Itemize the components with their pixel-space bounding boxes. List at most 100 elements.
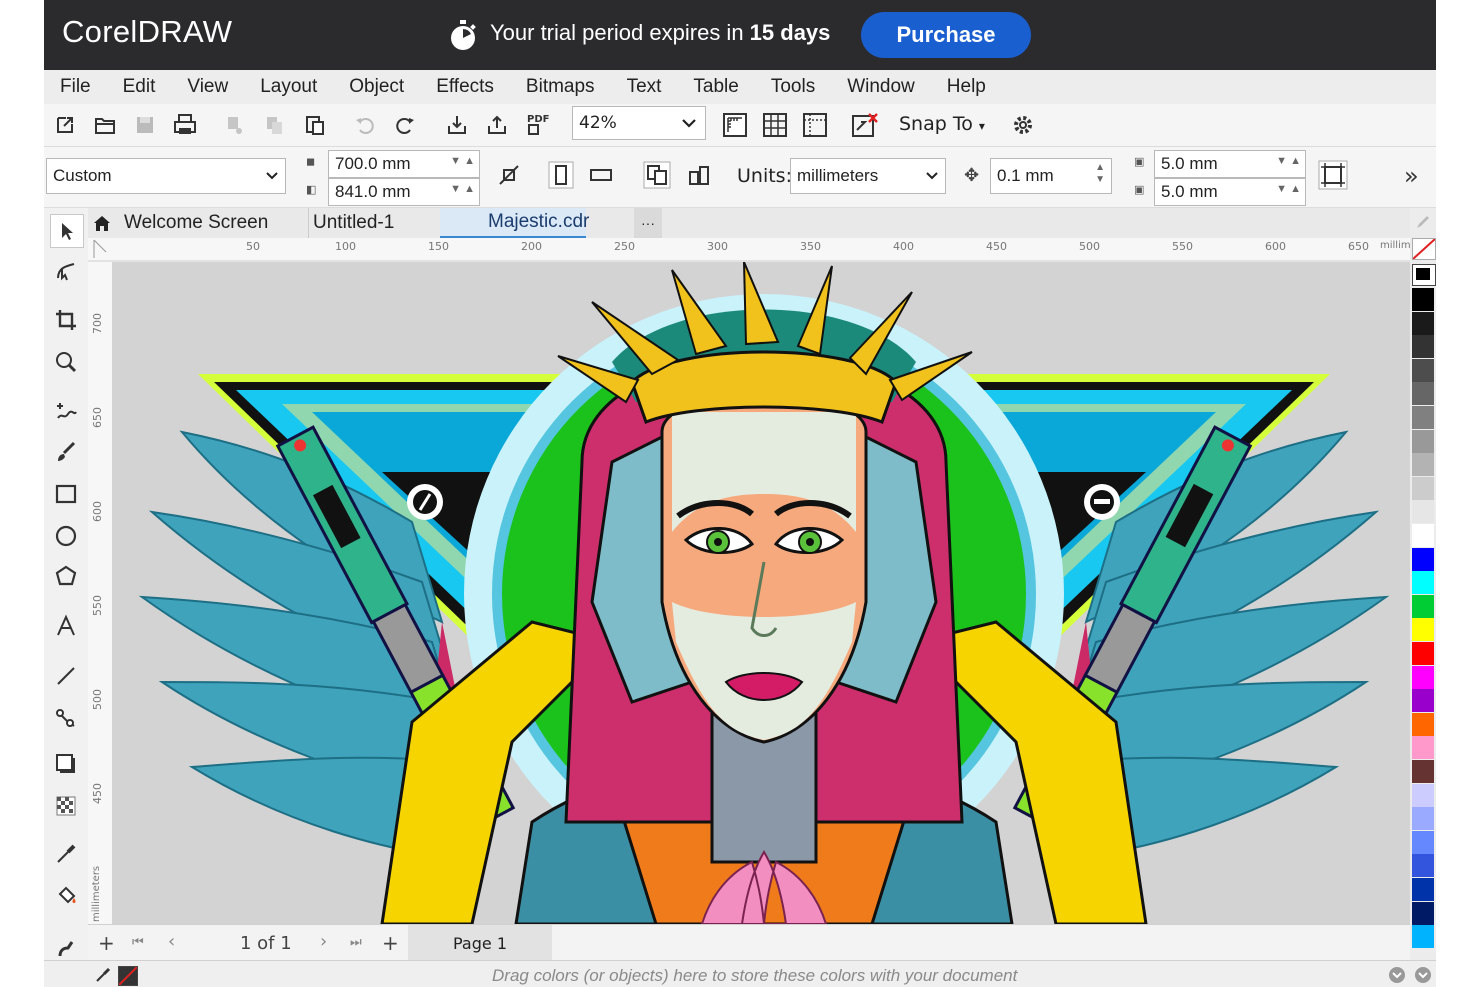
paste-icon[interactable] <box>300 110 330 140</box>
color-swatch[interactable] <box>1412 736 1434 760</box>
artistic-media-brush-icon[interactable] <box>50 436 82 468</box>
color-swatch[interactable] <box>1412 429 1434 453</box>
menu-layout[interactable]: Layout <box>244 76 333 98</box>
text-tool-icon[interactable] <box>50 610 82 642</box>
undo-icon[interactable] <box>350 110 380 140</box>
horizontal-ruler[interactable]: 50 100 150 200 250 300 350 400 450 500 5… <box>88 238 1410 263</box>
first-page-icon[interactable]: ⏮ <box>132 935 144 950</box>
color-swatch[interactable] <box>1412 288 1434 311</box>
shape-tool-icon[interactable] <box>50 256 82 288</box>
tab-untitled-1[interactable]: Untitled-1 <box>308 208 423 238</box>
ellipse-tool-icon[interactable] <box>50 520 82 552</box>
color-swatch[interactable] <box>1412 476 1434 500</box>
connector-tool-icon[interactable] <box>50 702 82 734</box>
redo-icon[interactable] <box>390 110 420 140</box>
color-swatch[interactable] <box>1412 760 1434 783</box>
color-swatch[interactable] <box>1412 453 1434 477</box>
duplicate-y-spinner-icon[interactable]: ▼ ▲ <box>1276 183 1301 195</box>
import-icon[interactable] <box>442 110 472 140</box>
color-swatch[interactable] <box>1412 406 1434 429</box>
color-swatch[interactable] <box>1412 642 1434 665</box>
portrait-icon[interactable] <box>546 160 576 190</box>
add-page-before-plus-icon[interactable]: + <box>98 931 115 955</box>
eyedropper-icon[interactable] <box>94 966 112 984</box>
tab-welcome-screen[interactable]: Welcome Screen <box>124 208 304 238</box>
open-folder-icon[interactable] <box>90 110 120 140</box>
pick-tool-arrow-icon[interactable] <box>50 214 84 248</box>
palette-options-chevron-icon[interactable] <box>1414 966 1432 984</box>
units-select[interactable]: millimeters <box>790 158 946 194</box>
menu-tools[interactable]: Tools <box>755 76 831 98</box>
last-page-icon[interactable]: ⏭ <box>350 935 362 950</box>
crop-tool-icon[interactable] <box>50 304 82 336</box>
freehand-tool-icon[interactable] <box>50 394 82 426</box>
nudge-distance-field[interactable]: 0.1 mm ▲ ▼ <box>990 158 1112 194</box>
show-grid-icon[interactable] <box>760 110 790 140</box>
snap-off-icon[interactable] <box>850 110 880 140</box>
previous-page-chevron-icon[interactable]: ‹ <box>168 931 175 952</box>
fill-bucket-tool-icon[interactable] <box>50 880 82 912</box>
zoom-tool-magnifier-icon[interactable] <box>50 346 82 378</box>
eyedropper-tool-icon[interactable] <box>50 838 82 870</box>
menu-window[interactable]: Window <box>831 76 931 98</box>
export-icon[interactable] <box>482 110 512 140</box>
cut-icon[interactable] <box>220 110 250 140</box>
landscape-icon[interactable] <box>586 160 616 190</box>
color-swatch[interactable] <box>1412 878 1434 901</box>
purchase-button[interactable]: Purchase <box>861 12 1031 58</box>
show-rulers-icon[interactable] <box>720 110 750 140</box>
menu-text[interactable]: Text <box>611 76 678 98</box>
width-spinner-icon[interactable]: ▼ ▲ <box>450 155 475 167</box>
no-color-swatch[interactable] <box>1412 238 1436 260</box>
current-page-icon[interactable] <box>684 160 714 190</box>
menu-table[interactable]: Table <box>677 76 754 98</box>
save-icon[interactable] <box>130 110 160 140</box>
color-swatch[interactable] <box>1412 358 1434 382</box>
color-swatch[interactable] <box>1412 665 1434 689</box>
color-swatch[interactable] <box>1412 783 1434 807</box>
color-swatch[interactable] <box>1412 335 1434 359</box>
color-swatch[interactable] <box>1412 571 1434 595</box>
line-tool-icon[interactable] <box>50 660 82 692</box>
page-height-field[interactable]: 841.0 mm ▼ ▲ <box>328 178 480 206</box>
menu-file[interactable]: File <box>44 76 107 98</box>
copy-icon[interactable] <box>260 110 290 140</box>
color-swatch[interactable] <box>1412 925 1434 949</box>
new-document-icon[interactable] <box>50 110 80 140</box>
height-spinner-icon[interactable]: ▼ ▲ <box>450 183 475 195</box>
color-swatch[interactable] <box>1412 382 1434 406</box>
color-swatch[interactable] <box>1412 594 1434 618</box>
rectangle-tool-icon[interactable] <box>50 478 82 510</box>
color-swatch[interactable] <box>1412 712 1434 736</box>
add-page-after-plus-icon[interactable]: + <box>382 931 399 955</box>
publish-pdf-icon[interactable]: PDF <box>524 110 554 140</box>
color-swatch[interactable] <box>1412 807 1434 831</box>
color-swatch[interactable] <box>1412 618 1434 642</box>
show-guidelines-icon[interactable] <box>800 110 830 140</box>
tab-majestic-cdr[interactable]: Majestic.cdr <box>440 208 589 238</box>
drawing-canvas[interactable] <box>112 262 1410 924</box>
palette-expand-chevron-icon[interactable] <box>1388 966 1406 984</box>
menu-help[interactable]: Help <box>931 76 1002 98</box>
black-outline-swatch[interactable] <box>1412 264 1436 286</box>
color-swatch[interactable] <box>1412 901 1434 925</box>
color-swatch[interactable] <box>1412 500 1434 524</box>
nudge-spinner-icon[interactable]: ▲ ▼ <box>1095 162 1105 186</box>
page-width-field[interactable]: 700.0 mm ▼ ▲ <box>328 150 480 178</box>
drop-shadow-tool-icon[interactable] <box>50 748 82 780</box>
next-page-chevron-icon[interactable]: › <box>320 931 327 952</box>
page-size-select[interactable]: Custom <box>46 158 286 194</box>
color-swatch[interactable] <box>1412 830 1434 854</box>
polygon-tool-icon[interactable] <box>50 560 82 592</box>
all-pages-icon[interactable] <box>642 160 672 190</box>
print-icon[interactable] <box>170 110 200 140</box>
page-tab-1[interactable]: Page 1 <box>408 925 552 961</box>
transparency-tool-icon[interactable] <box>50 790 82 822</box>
bleed-icon[interactable] <box>1318 160 1348 190</box>
duplicate-x-field[interactable]: 5.0 mm ▼ ▲ <box>1154 150 1306 178</box>
color-swatch[interactable] <box>1412 689 1434 713</box>
color-swatch[interactable] <box>1412 854 1434 878</box>
menu-edit[interactable]: Edit <box>107 76 172 98</box>
more-options-chevrons-icon[interactable]: » <box>1404 162 1419 190</box>
menu-object[interactable]: Object <box>333 76 420 98</box>
